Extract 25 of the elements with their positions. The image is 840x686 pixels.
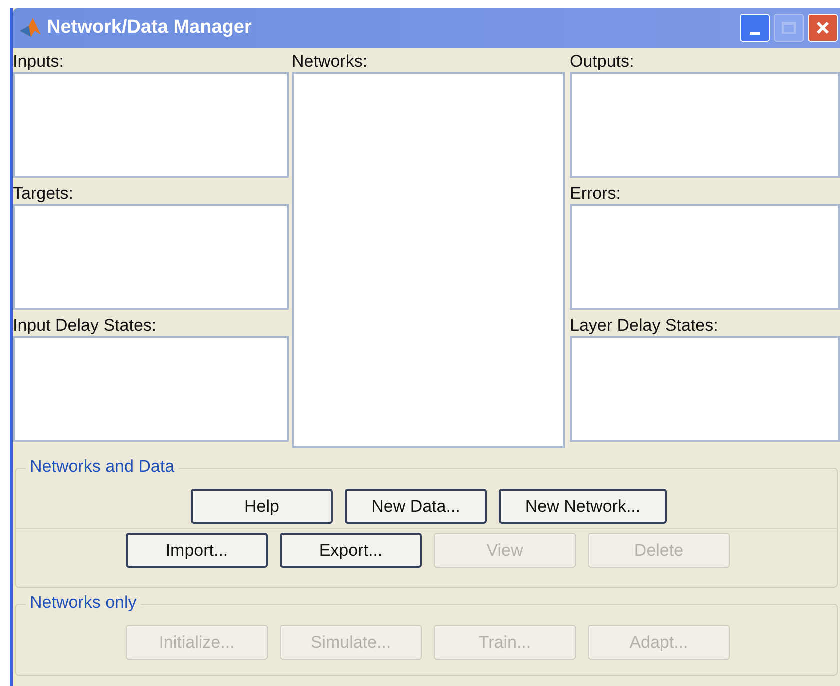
- list-box[interactable]: [292, 72, 565, 448]
- dialog-button[interactable]: New Network...: [499, 489, 667, 524]
- list-label: Outputs:: [570, 51, 636, 72]
- list-label: Layer Delay States:: [570, 315, 720, 336]
- list-box[interactable]: [13, 72, 289, 178]
- list-box[interactable]: [570, 72, 840, 178]
- list-label: Networks:: [292, 51, 369, 72]
- close-icon: [815, 20, 831, 36]
- dialog-button[interactable]: New Data...: [345, 489, 487, 524]
- dialog-button[interactable]: Help: [191, 489, 333, 524]
- list-box[interactable]: [570, 204, 840, 310]
- list-box[interactable]: [13, 204, 289, 310]
- list-box[interactable]: [570, 336, 840, 442]
- logo-icon: [19, 17, 43, 39]
- group-title: Networks only: [26, 593, 141, 613]
- minimize-button[interactable]: [740, 14, 770, 42]
- dialog-button[interactable]: Import...: [126, 533, 268, 568]
- list-box[interactable]: [13, 336, 289, 442]
- close-button[interactable]: [808, 14, 838, 42]
- list-label: Inputs:: [13, 51, 66, 72]
- list-label: Targets:: [13, 183, 74, 204]
- dialog-button[interactable]: Export...: [280, 533, 422, 568]
- window-title: Network/Data Manager: [47, 16, 252, 40]
- list-label: Errors:: [570, 183, 622, 204]
- list-label: Input Delay States:: [13, 315, 158, 336]
